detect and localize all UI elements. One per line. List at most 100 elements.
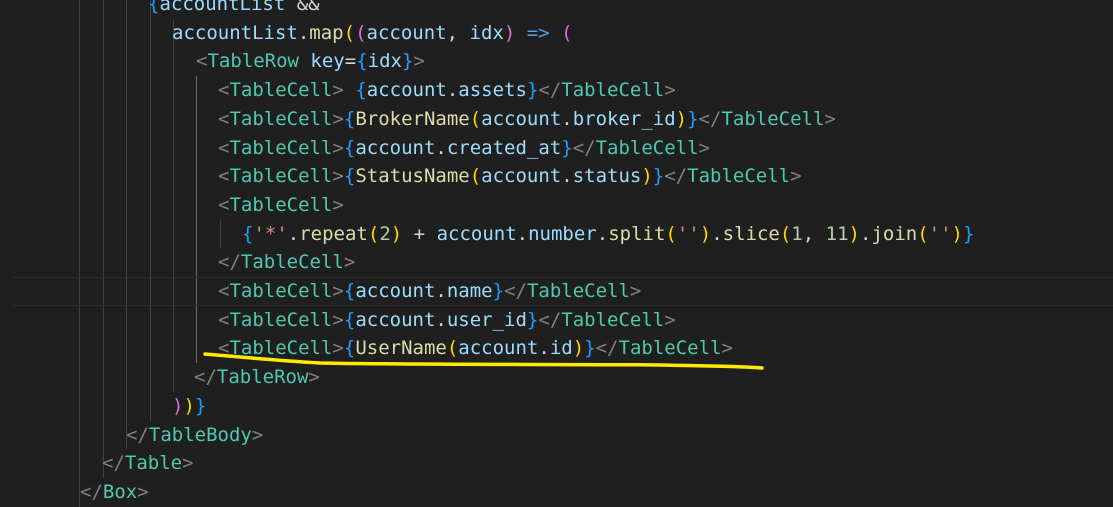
code-token: {: [356, 50, 368, 73]
code-token: repeat: [299, 222, 368, 245]
code-line[interactable]: ))}: [0, 392, 1113, 421]
code-token: }: [687, 107, 699, 130]
code-line[interactable]: </Table>: [0, 449, 1113, 478]
code-token: >: [790, 165, 802, 188]
code-token: number: [528, 222, 597, 245]
code-token: }: [526, 308, 539, 331]
code-line[interactable]: <TableCell>{BrokerName(account.broker_id…: [0, 105, 1113, 134]
code-token: .: [435, 136, 447, 159]
code-token: </: [538, 308, 562, 331]
code-token: <: [218, 136, 230, 159]
code-line-content: <TableCell>{account.created_at}</TableCe…: [218, 134, 710, 163]
code-line[interactable]: <TableCell>: [0, 191, 1113, 220]
code-token: }: [561, 136, 573, 159]
code-line[interactable]: </Box>: [0, 478, 1113, 507]
code-token: (: [917, 222, 929, 245]
code-line-content: </Box>: [80, 478, 149, 507]
code-token: TableCell: [229, 79, 333, 102]
code-token: '*': [253, 222, 288, 245]
code-line[interactable]: <TableCell>{account.name}</TableCell>: [0, 277, 1113, 306]
code-editor[interactable]: {accountList && accountList.map((account,…: [0, 0, 1113, 507]
code-line[interactable]: <TableCell>{UserName(account.id)}</Table…: [0, 334, 1113, 363]
code-token: assets: [458, 79, 527, 102]
code-line-content: <TableCell> {account.assets}</TableCell>: [218, 76, 676, 105]
code-token: idx: [367, 50, 402, 73]
code-token: .: [435, 308, 447, 331]
code-token: TableCell: [229, 308, 333, 331]
code-token: (: [779, 222, 792, 245]
code-token: Box: [102, 480, 138, 503]
code-token: TableCell: [229, 165, 333, 188]
code-token: >: [721, 337, 733, 360]
code-token: map: [309, 21, 344, 44]
code-token: user_id: [446, 308, 527, 331]
code-token: >: [251, 423, 264, 446]
code-line[interactable]: {'*'.repeat(2) + account.number.split(''…: [0, 220, 1113, 249]
code-token: {: [343, 280, 356, 302]
code-token: (: [446, 337, 459, 360]
code-token: {: [343, 107, 356, 130]
code-token: >: [332, 136, 344, 159]
code-line[interactable]: <TableCell>{account.user_id}</TableCell>: [0, 306, 1113, 335]
code-token: '': [676, 222, 700, 245]
code-line[interactable]: </TableBody>: [0, 421, 1113, 450]
code-token: .: [561, 165, 573, 188]
code-token: =>: [526, 21, 550, 44]
code-token: split: [608, 222, 666, 245]
code-token: >: [182, 452, 194, 475]
code-token: BrokerName: [355, 107, 470, 130]
code-line[interactable]: <TableCell>{StatusName(account.status)}<…: [0, 162, 1113, 191]
code-token: name: [446, 280, 493, 302]
code-token: TableCell: [561, 308, 665, 331]
code-token: >: [332, 308, 344, 331]
code-token: <: [218, 165, 230, 188]
code-token: ): [172, 394, 184, 417]
code-token: }: [526, 79, 539, 102]
code-line-content: {accountList &&: [148, 0, 320, 19]
code-line[interactable]: <TableCell> {account.assets}</TableCell>: [0, 76, 1113, 105]
code-token: UserName: [355, 337, 447, 360]
code-token: TableCell: [229, 107, 333, 130]
code-token: .: [287, 222, 300, 245]
code-token: </: [126, 423, 149, 446]
code-token: id: [549, 337, 573, 360]
code-token: '': [928, 222, 952, 245]
code-token: >: [332, 79, 344, 102]
code-token: </: [698, 107, 722, 130]
code-token: </: [504, 280, 527, 302]
code-token: (: [561, 21, 573, 44]
code-token: account: [366, 79, 447, 102]
code-token: </: [194, 366, 217, 389]
code-line[interactable]: <TableCell>{account.created_at}</TableCe…: [0, 134, 1113, 163]
code-token: TableCell: [561, 79, 665, 102]
code-line[interactable]: {accountList &&: [0, 0, 1113, 19]
code-line[interactable]: <TableRow key={idx}>: [0, 47, 1113, 76]
code-token: accountList: [159, 0, 286, 15]
code-token: created_at: [446, 136, 562, 159]
code-token: >: [698, 136, 710, 159]
code-token: >: [343, 251, 356, 274]
code-token: =: [344, 50, 357, 73]
code-token: TableCell: [687, 165, 791, 188]
code-token: .: [561, 107, 573, 130]
code-token: TableBody: [148, 423, 252, 446]
code-token: TableCell: [721, 107, 825, 130]
code-token: TableCell: [229, 337, 333, 360]
code-token: TableCell: [229, 280, 333, 302]
code-token: {: [343, 337, 356, 360]
code-token: {: [148, 0, 160, 15]
code-token: >: [664, 79, 676, 102]
code-token: }: [194, 394, 207, 417]
code-token: >: [137, 480, 149, 503]
code-line[interactable]: accountList.map((account, idx) => (: [0, 19, 1113, 48]
code-line[interactable]: </TableRow>: [0, 363, 1113, 392]
code-token: .: [538, 337, 550, 360]
code-token: .: [711, 222, 723, 245]
code-line-content: </TableCell>: [218, 248, 355, 277]
code-token: {: [242, 222, 254, 245]
code-line[interactable]: </TableCell>: [0, 248, 1113, 277]
code-token: <: [218, 79, 230, 102]
